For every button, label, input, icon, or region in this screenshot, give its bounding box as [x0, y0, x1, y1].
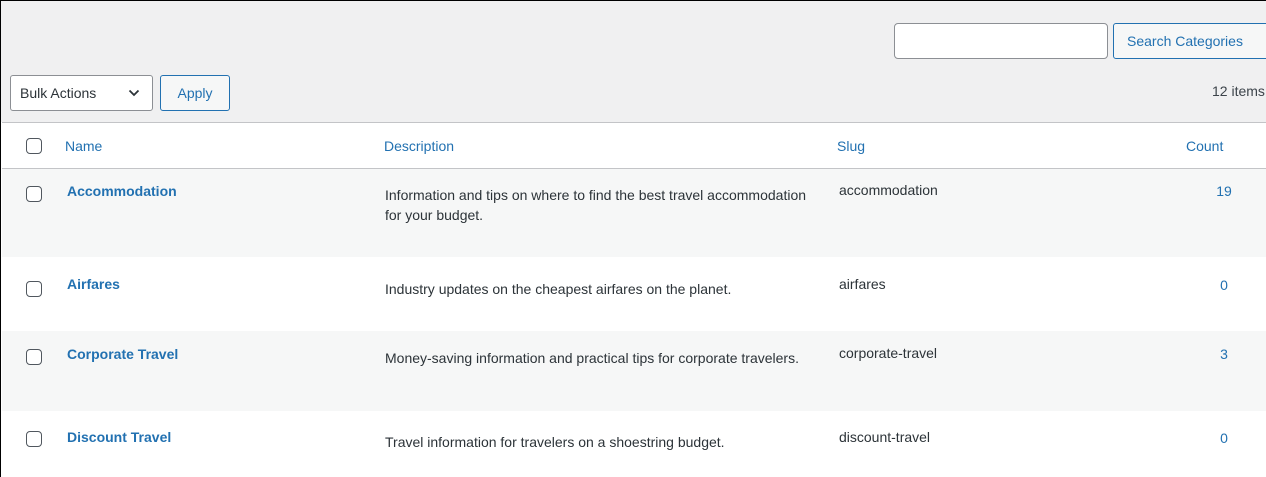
row-checkbox[interactable]: [26, 349, 42, 365]
apply-button[interactable]: Apply: [160, 75, 230, 111]
column-header-count[interactable]: Count: [1186, 136, 1223, 156]
category-name-link[interactable]: Airfares: [67, 274, 120, 294]
row-checkbox[interactable]: [26, 431, 42, 447]
category-description: Money-saving information and practical t…: [385, 350, 799, 366]
table-row: Accommodation Information and tips on wh…: [2, 169, 1266, 257]
category-description: Industry updates on the cheapest airfare…: [385, 281, 732, 297]
category-name-link[interactable]: Accommodation: [67, 181, 177, 201]
category-slug: accommodation: [839, 182, 938, 198]
bulk-actions-label: Bulk Actions: [20, 85, 97, 101]
category-slug: corporate-travel: [839, 345, 938, 361]
search-categories-button[interactable]: Search Categories: [1113, 23, 1266, 59]
categories-panel: Search Categories Bulk Actions Apply 12 …: [0, 0, 1266, 477]
category-name-link[interactable]: Corporate Travel: [67, 344, 178, 364]
column-header-description[interactable]: Description: [384, 136, 454, 156]
chevron-down-icon: [128, 89, 140, 97]
row-checkbox[interactable]: [26, 281, 42, 297]
category-count-link[interactable]: 3: [1204, 344, 1244, 364]
items-count: 12 items: [1212, 83, 1265, 99]
column-header-slug[interactable]: Slug: [837, 136, 865, 156]
table-row: Airfares Industry updates on the cheapes…: [2, 257, 1266, 331]
search-input[interactable]: [894, 23, 1108, 59]
category-slug: airfares: [839, 276, 886, 292]
category-count-link[interactable]: 19: [1204, 181, 1244, 201]
category-description: Information and tips on where to find th…: [385, 187, 807, 223]
table-row: Corporate Travel Money-saving informatio…: [2, 331, 1266, 411]
column-header-name[interactable]: Name: [65, 136, 102, 156]
categories-table: Name Description Slug Count Accommodatio…: [2, 122, 1266, 471]
select-all-checkbox[interactable]: [26, 138, 42, 154]
bulk-actions-select[interactable]: Bulk Actions: [10, 75, 153, 111]
table-row: Discount Travel Travel information for t…: [2, 411, 1266, 471]
row-checkbox[interactable]: [26, 186, 42, 202]
table-header: Name Description Slug Count: [2, 123, 1266, 169]
category-count-link[interactable]: 0: [1204, 428, 1244, 448]
category-description: Travel information for travelers on a sh…: [385, 434, 725, 450]
category-name-link[interactable]: Discount Travel: [67, 427, 171, 447]
category-count-link[interactable]: 0: [1204, 275, 1244, 295]
category-slug: discount-travel: [839, 429, 931, 445]
